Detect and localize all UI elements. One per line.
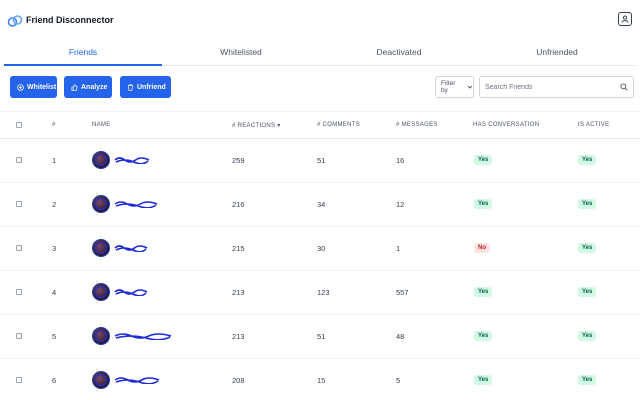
unfriend-button[interactable]: Unfriend [120,76,171,98]
conversation-badge: Yes [474,199,493,209]
trash-icon [127,83,134,91]
column-reactions[interactable]: # REACTIONS ▾ [232,122,281,129]
comments-count: 51 [317,332,326,341]
conversation-badge: Yes [474,155,493,165]
table-row[interactable]: 3 215 30 1 No Yes [0,227,640,271]
reactions-count: 216 [232,200,245,209]
app-title: Friend Disconnector [26,15,114,25]
reactions-count: 208 [232,376,245,385]
tab-unfriended[interactable]: Unfriended [478,40,636,66]
row-index: 6 [52,376,57,385]
row-index: 3 [52,244,57,253]
link-icon [7,15,23,27]
redacted-name[interactable] [114,332,172,340]
table-row[interactable]: 6 208 15 5 Yes Yes [0,359,640,400]
chevron-down-icon [467,85,473,89]
conversation-badge: Yes [474,287,493,297]
row-index: 5 [52,332,57,341]
row-checkbox[interactable] [16,157,22,163]
active-badge: Yes [578,331,597,341]
table-header: # NAME # REACTIONS ▾ # COMMENTS # MESSAG… [0,111,640,139]
column-messages[interactable]: # MESSAGES [396,122,438,128]
table-row[interactable]: 5 213 51 48 Yes Yes [0,315,640,359]
column-active[interactable]: IS ACTIVE [578,122,609,128]
active-badge: Yes [578,243,597,253]
conversation-badge: Yes [474,375,493,385]
row-index: 2 [52,200,57,209]
user-icon [621,15,629,23]
row-checkbox[interactable] [16,377,22,383]
search-box [479,76,634,98]
tab-deactivated[interactable]: Deactivated [320,40,478,66]
analyze-button[interactable]: Analyze [64,76,112,98]
column-name[interactable]: NAME [92,122,111,128]
table-row[interactable]: 1 259 51 16 Yes Yes [0,139,640,183]
messages-count: 12 [396,200,405,209]
column-index: # [52,122,56,128]
column-reactions-label: # REACTIONS [232,123,276,129]
avatar [92,239,110,257]
reactions-count: 213 [232,332,245,341]
select-all-checkbox[interactable] [16,122,22,128]
row-checkbox[interactable] [16,333,22,339]
plus-circle-icon [17,83,24,91]
redacted-name[interactable] [114,288,148,296]
conversation-badge: Yes [474,331,493,341]
active-badge: Yes [578,287,597,297]
friends-table: # NAME # REACTIONS ▾ # COMMENTS # MESSAG… [0,111,640,400]
comments-count: 34 [317,200,326,209]
table-row[interactable]: 4 213 123 557 Yes Yes [0,271,640,315]
row-index: 4 [52,288,57,297]
comments-count: 51 [317,156,326,165]
messages-count: 5 [396,376,401,385]
reactions-count: 213 [232,288,245,297]
active-badge: Yes [578,155,597,165]
messages-count: 557 [396,288,409,297]
filter-label: Filter by [441,80,456,94]
redacted-name[interactable] [114,376,160,384]
avatar [92,283,110,301]
reactions-count: 215 [232,244,245,253]
messages-count: 16 [396,156,405,165]
redacted-name[interactable] [114,244,148,252]
row-checkbox[interactable] [16,201,22,207]
tab-friends[interactable]: Friends [4,40,162,66]
search-icon[interactable] [620,83,628,91]
filter-select[interactable]: Filter by [435,76,474,98]
comments-count: 123 [317,288,330,297]
avatar [92,151,110,169]
tab-whitelisted[interactable]: Whitelisted [162,40,320,66]
thumbs-up-icon [71,83,78,91]
row-index: 1 [52,156,57,165]
reactions-count: 259 [232,156,245,165]
account-button[interactable] [618,12,632,26]
redacted-name[interactable] [114,156,150,164]
tab-bar: Friends Whitelisted Deactivated Unfriend… [4,40,636,66]
messages-count: 48 [396,332,405,341]
avatar [92,327,110,345]
redacted-name[interactable] [114,200,158,208]
active-badge: Yes [578,375,597,385]
column-conversation[interactable]: HAS CONVERSATION [473,122,539,128]
top-bar: Friend Disconnector [0,0,640,40]
table-body: 1 259 51 16 Yes Yes 2 216 34 12 Yes Yes … [0,139,640,400]
whitelist-button[interactable]: Whitelist [10,76,57,98]
column-comments[interactable]: # COMMENTS [317,122,360,128]
table-row[interactable]: 2 216 34 12 Yes Yes [0,183,640,227]
whitelist-label: Whitelist [27,83,57,91]
comments-count: 15 [317,376,326,385]
unfriend-label: Unfriend [137,83,166,91]
conversation-badge: No [474,243,490,253]
search-input[interactable] [485,83,620,91]
avatar [92,371,110,389]
row-checkbox[interactable] [16,289,22,295]
messages-count: 1 [396,244,401,253]
avatar [92,195,110,213]
sort-desc-icon: ▾ [277,123,281,129]
analyze-label: Analyze [81,83,108,91]
row-checkbox[interactable] [16,245,22,251]
active-badge: Yes [578,199,597,209]
comments-count: 30 [317,244,326,253]
